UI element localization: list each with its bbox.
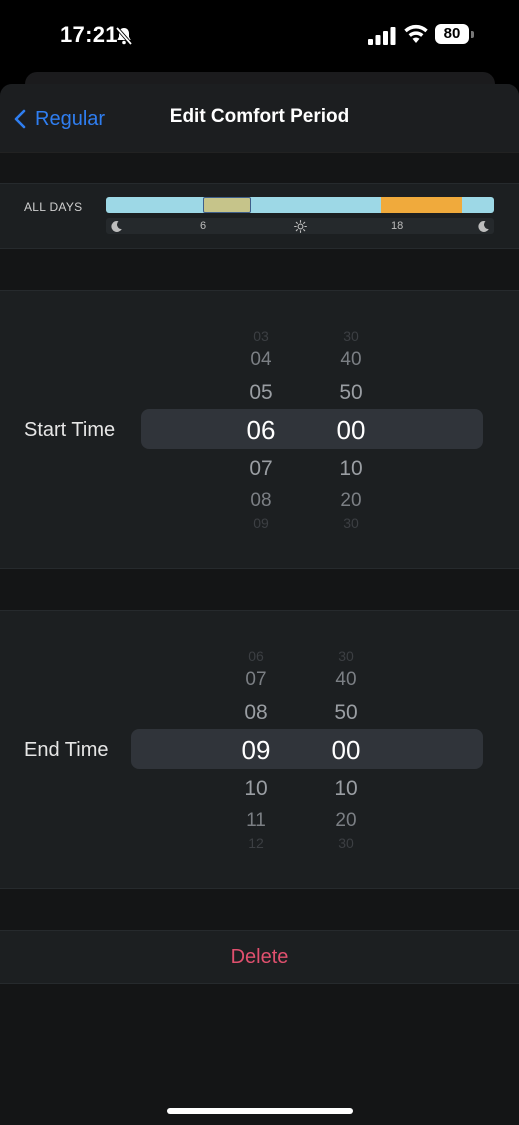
picker-item: 30 [343,328,359,344]
start-hour-selected: 06 [246,415,276,445]
picker-item: 12 [248,835,264,851]
navigation-bar: Regular Edit Comfort Period [0,84,519,153]
picker-item: 40 [340,349,362,370]
picker-item: 06 [248,648,264,664]
end-time-section: End Time 06 07 08 09 10 11 12 30 40 50 0… [0,610,519,889]
status-time: 17:21 [60,22,118,47]
picker-item: 08 [244,701,268,724]
picker-item: 04 [250,349,272,370]
editing-period-segment [203,197,251,213]
moon-icon [478,220,489,232]
home-indicator[interactable] [167,1108,353,1114]
picker-item: 50 [339,381,363,404]
picker-item: 05 [249,381,273,404]
delete-row[interactable]: Delete [0,930,519,984]
evening-period-segment [381,197,462,213]
picker-item: 30 [343,515,359,531]
end-minute-selected: 00 [331,735,361,765]
schedule-overview: ALL DAYS 6 18 [0,183,519,249]
delete-button[interactable]: Delete [0,946,519,969]
picker-item: 20 [340,490,362,511]
moon-icon [111,220,122,232]
axis-label-18: 18 [391,220,404,232]
start-hour-wheel[interactable]: 03 04 05 06 07 08 09 [231,291,291,568]
picker-item: 30 [338,835,354,851]
picker-item: 09 [253,515,269,531]
battery-cap [471,31,474,38]
schedule-bar[interactable] [106,197,494,213]
picker-item: 10 [339,457,363,480]
start-time-selection-highlight [141,409,483,449]
picker-item: 03 [253,328,269,344]
end-minute-wheel[interactable]: 30 40 50 00 10 20 30 [316,611,376,888]
end-hour-selected: 09 [241,735,271,765]
end-hour-wheel[interactable]: 06 07 08 09 10 11 12 [226,611,286,888]
bell-muted-icon [115,26,133,46]
picker-item: 10 [244,777,268,800]
schedule-day-label: ALL DAYS [24,200,83,214]
status-bar: 17:21 80 [0,0,519,60]
picker-item: 30 [338,648,354,664]
end-time-selection-highlight [131,729,483,769]
edit-sheet: Regular Edit Comfort Period ALL DAYS 6 1… [0,84,519,1125]
picker-item: 08 [250,490,272,511]
picker-item: 11 [246,810,266,831]
picker-item: 40 [335,669,357,690]
picker-item: 07 [245,669,267,690]
cellular-signal-icon [368,27,396,45]
start-minute-wheel[interactable]: 30 40 50 00 10 20 30 [321,291,381,568]
start-minute-selected: 00 [336,415,366,445]
picker-item: 50 [334,701,358,724]
sun-icon [294,220,307,233]
picker-item: 07 [249,457,273,480]
end-time-label: End Time [24,739,109,761]
wifi-icon [404,24,428,43]
battery-level: 80 [443,25,461,42]
start-time-section: Start Time 03 04 05 06 07 08 09 30 40 50… [0,290,519,569]
page-title: Edit Comfort Period [169,106,350,127]
start-time-label: Start Time [24,419,116,441]
axis-label-6: 6 [200,220,207,232]
battery-indicator: 80 [435,24,469,44]
picker-item: 20 [335,810,357,831]
picker-item: 10 [334,777,358,800]
